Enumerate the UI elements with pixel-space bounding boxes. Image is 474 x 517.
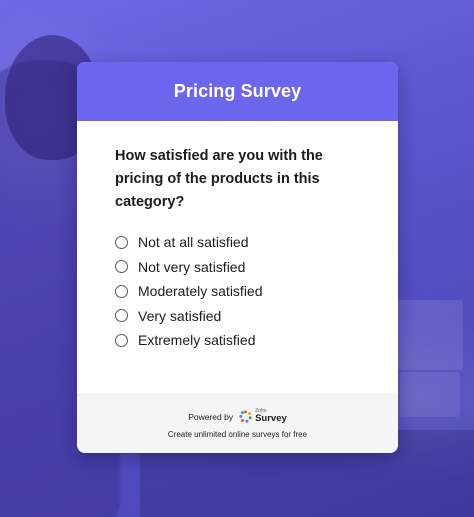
radio-button[interactable] [115,284,128,298]
radio-button[interactable] [115,260,128,274]
background-box-small [400,372,460,417]
radio-button[interactable] [115,333,128,347]
powered-by-text: Powered by [188,411,234,422]
zoho-survey-logo-icon [239,410,252,423]
answer-options: Not at all satisfied Not very satisfied … [115,230,368,353]
question-text: How satisfied are you with the pricing o… [115,148,323,210]
survey-title: Pricing Survey [173,81,302,101]
answer-option-label: Not at all satisfied [138,234,249,251]
logo-product-text: Survey [255,413,287,425]
zoho-survey-logo[interactable]: Zoho Survey [238,409,287,424]
radio-button[interactable] [115,235,128,249]
answer-option-not-very-satisfied[interactable]: Not very satisfied [115,255,368,280]
survey-header: Pricing Survey [77,62,398,121]
survey-footer: Powered by Zoho Survey Create unlimited … [77,394,398,453]
answer-option-label: Extremely satisfied [138,332,256,349]
background-box [398,300,463,370]
answer-option-not-at-all-satisfied[interactable]: Not at all satisfied [115,230,368,255]
answer-option-moderately-satisfied[interactable]: Moderately satisfied [115,279,368,304]
survey-card: Pricing Survey How satisfied are you wit… [77,62,398,453]
answer-option-label: Very satisfied [138,307,222,324]
radio-button[interactable] [115,309,128,323]
survey-body: How satisfied are you with the pricing o… [77,121,398,359]
create-surveys-link[interactable]: Create unlimited online surveys for free [168,430,307,439]
answer-option-label: Not very satisfied [138,258,246,275]
powered-by-row: Powered by Zoho Survey [188,409,287,424]
answer-option-very-satisfied[interactable]: Very satisfied [115,304,368,329]
answer-option-extremely-satisfied[interactable]: Extremely satisfied [115,328,368,353]
answer-option-label: Moderately satisfied [138,283,263,300]
